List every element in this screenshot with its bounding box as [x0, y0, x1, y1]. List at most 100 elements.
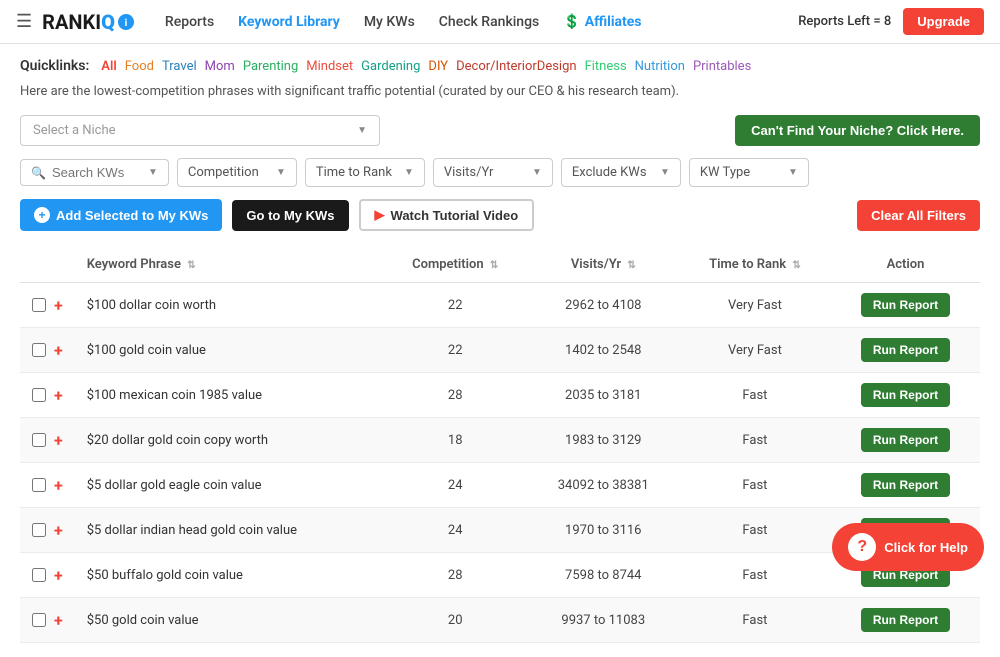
logo-iq: Q — [101, 10, 115, 34]
action-cell: Run Report — [831, 373, 980, 418]
competition-dropdown[interactable]: Competition ▼ — [177, 158, 297, 187]
row-checkbox[interactable] — [32, 523, 46, 537]
nav-keyword-library[interactable]: Keyword Library — [238, 14, 340, 30]
row-checkbox[interactable] — [32, 343, 46, 357]
col-action: Action — [831, 247, 980, 283]
exclude-kws-dropdown[interactable]: Exclude KWs ▼ — [561, 158, 681, 187]
row-add-icon[interactable]: + — [54, 296, 63, 315]
search-icon: 🔍 — [31, 166, 46, 180]
niche-placeholder: Select a Niche — [33, 123, 116, 138]
row-checkbox[interactable] — [32, 478, 46, 492]
filter-row-2: 🔍 ▼ Competition ▼ Time to Rank ▼ Visits/… — [20, 158, 980, 187]
table-row: + $20 dollar gold coin copy worth 18 198… — [20, 418, 980, 463]
run-report-button[interactable]: Run Report — [861, 608, 950, 632]
quicklinks: Quicklinks: All Food Travel Mom Parentin… — [20, 58, 980, 74]
quicklink-gardening[interactable]: Gardening — [361, 59, 420, 74]
help-button[interactable]: ? Click for Help — [832, 523, 984, 571]
quicklink-mindset[interactable]: Mindset — [306, 59, 353, 74]
row-add-icon[interactable]: + — [54, 611, 63, 630]
table-row: + $5 dollar gold eagle coin value 24 340… — [20, 463, 980, 508]
row-checkbox-cell: + — [20, 508, 75, 553]
run-report-button[interactable]: Run Report — [861, 428, 950, 452]
run-report-button[interactable]: Run Report — [861, 383, 950, 407]
cant-find-button[interactable]: Can't Find Your Niche? Click Here. — [735, 115, 980, 146]
reports-left: Reports Left = 8 — [798, 14, 891, 29]
row-checkbox[interactable] — [32, 298, 46, 312]
search-input[interactable] — [52, 165, 142, 180]
row-add-icon[interactable]: + — [54, 386, 63, 405]
menu-icon[interactable]: ☰ — [16, 11, 32, 32]
action-row: + Add Selected to My KWs Go to My KWs ▶ … — [20, 199, 980, 231]
kw-type-dropdown[interactable]: KW Type ▼ — [689, 158, 809, 187]
help-circle-icon: ? — [848, 533, 876, 561]
visits-cell: 1402 to 2548 — [528, 328, 679, 373]
header-right: Reports Left = 8 Upgrade — [798, 8, 984, 35]
run-report-button[interactable]: Run Report — [861, 473, 950, 497]
logo-text: RANKIQ — [42, 10, 115, 34]
quicklink-food[interactable]: Food — [125, 59, 154, 74]
row-add-icon[interactable]: + — [54, 566, 63, 585]
competition-cell: 24 — [383, 463, 528, 508]
quicklink-mom[interactable]: Mom — [205, 59, 235, 74]
time-to-rank-cell: Fast — [679, 463, 831, 508]
quicklink-printables[interactable]: Printables — [693, 59, 751, 74]
time-to-rank-dropdown[interactable]: Time to Rank ▼ — [305, 158, 425, 187]
logo: RANKIQ i — [42, 10, 135, 34]
quicklink-diy[interactable]: DIY — [428, 59, 448, 74]
add-selected-button[interactable]: + Add Selected to My KWs — [20, 199, 222, 231]
svg-text:i: i — [125, 18, 128, 29]
row-checkbox-cell: + — [20, 463, 75, 508]
upgrade-button[interactable]: Upgrade — [903, 8, 984, 35]
row-checkbox[interactable] — [32, 568, 46, 582]
go-to-kws-button[interactable]: Go to My KWs — [232, 200, 348, 231]
clear-all-button[interactable]: Clear All Filters — [857, 200, 980, 231]
keyword-text: $5 dollar indian head gold coin value — [87, 523, 297, 538]
competition-cell: 22 — [383, 328, 528, 373]
row-checkbox[interactable] — [32, 433, 46, 447]
watch-tutorial-button[interactable]: ▶ Watch Tutorial Video — [359, 199, 535, 231]
quicklink-parenting[interactable]: Parenting — [243, 59, 298, 74]
row-add-icon[interactable]: + — [54, 341, 63, 360]
keyword-table: Keyword Phrase ⇅ Competition ⇅ Visits/Yr… — [20, 247, 980, 643]
help-question-icon: ? — [857, 538, 867, 556]
quicklink-all[interactable]: All — [101, 59, 116, 74]
row-add-icon[interactable]: + — [54, 431, 63, 450]
competition-cell: 24 — [383, 508, 528, 553]
nav-reports[interactable]: Reports — [165, 14, 214, 30]
row-add-icon[interactable]: + — [54, 521, 63, 540]
visits-yr-label: Visits/Yr — [444, 165, 494, 180]
col-competition: Competition ⇅ — [383, 247, 528, 283]
quicklink-decor[interactable]: Decor/InteriorDesign — [456, 59, 576, 74]
competition-cell: 28 — [383, 553, 528, 598]
row-checkbox-cell: + — [20, 598, 75, 643]
visits-yr-dropdown[interactable]: Visits/Yr ▼ — [433, 158, 553, 187]
col-time-to-rank: Time to Rank ⇅ — [679, 247, 831, 283]
visits-cell: 7598 to 8744 — [528, 553, 679, 598]
visits-cell: 2035 to 3181 — [528, 373, 679, 418]
nav-check-rankings[interactable]: Check Rankings — [439, 14, 539, 30]
niche-select[interactable]: Select a Niche ▼ — [20, 115, 380, 146]
keyword-text: $50 buffalo gold coin value — [87, 568, 243, 583]
timetorank-sort-icon: ⇅ — [792, 260, 800, 271]
visits-cell: 1983 to 3129 — [528, 418, 679, 463]
quicklink-travel[interactable]: Travel — [162, 59, 197, 74]
quicklink-fitness[interactable]: Fitness — [585, 59, 627, 74]
quicklink-nutrition[interactable]: Nutrition — [635, 59, 685, 74]
run-report-button[interactable]: Run Report — [861, 293, 950, 317]
time-to-rank-cell: Fast — [679, 508, 831, 553]
run-report-button[interactable]: Run Report — [861, 338, 950, 362]
row-add-icon[interactable]: + — [54, 476, 63, 495]
nav-affiliates[interactable]: 💲Affiliates — [563, 14, 641, 30]
nav-my-kws[interactable]: My KWs — [364, 14, 415, 30]
competition-cell: 28 — [383, 373, 528, 418]
visits-cell: 2962 to 4108 — [528, 283, 679, 328]
main-nav: Reports Keyword Library My KWs Check Ran… — [165, 14, 798, 30]
keyword-text: $100 dollar coin worth — [87, 298, 216, 313]
row-checkbox[interactable] — [32, 388, 46, 402]
visits-sort-icon: ⇅ — [627, 260, 635, 271]
time-to-rank-cell: Fast — [679, 553, 831, 598]
search-filter[interactable]: 🔍 ▼ — [20, 159, 169, 186]
table-row: + $100 gold coin value 22 1402 to 2548 V… — [20, 328, 980, 373]
keyword-text: $5 dollar gold eagle coin value — [87, 478, 262, 493]
row-checkbox[interactable] — [32, 613, 46, 627]
